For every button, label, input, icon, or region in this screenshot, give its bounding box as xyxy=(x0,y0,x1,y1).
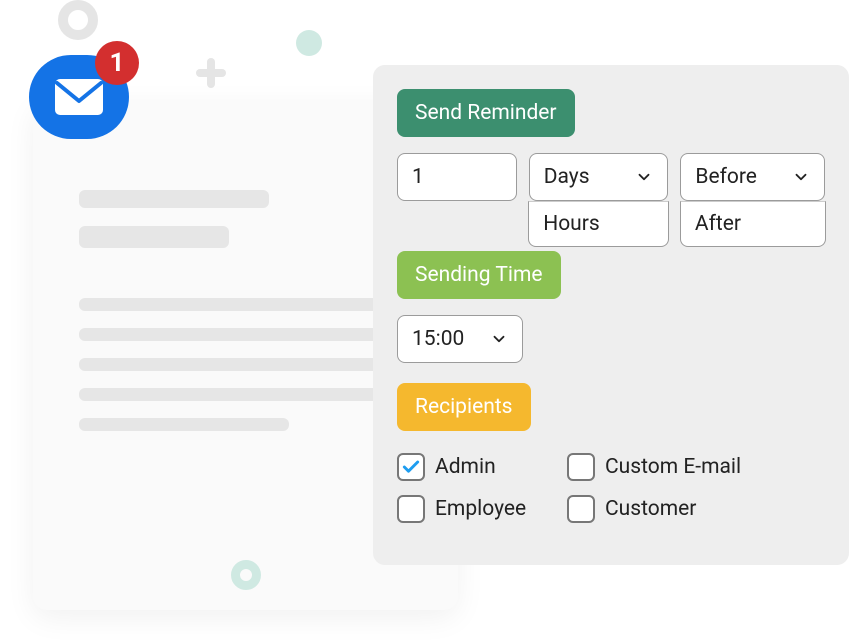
recipient-employee-label: Employee xyxy=(435,497,526,521)
quantity-value: 1 xyxy=(412,165,424,189)
doc-placeholder-line xyxy=(79,328,412,341)
deco-ring-teal-icon xyxy=(231,560,261,590)
time-value: 15:00 xyxy=(412,327,464,351)
doc-placeholder-line xyxy=(79,298,412,311)
recipient-custom-email-label: Custom E-mail xyxy=(605,455,741,479)
sending-time-heading: Sending Time xyxy=(397,251,561,299)
mail-notification-badge: 1 xyxy=(29,55,129,139)
send-reminder-heading: Send Reminder xyxy=(397,89,575,137)
checkbox-admin[interactable] xyxy=(397,453,425,481)
deco-circle-icon xyxy=(296,30,322,56)
relative-selected: Before xyxy=(695,165,757,189)
chevron-down-icon xyxy=(792,168,810,186)
doc-placeholder-line xyxy=(79,388,412,401)
reminder-config-panel: Send Reminder 1 Days Hours Before After … xyxy=(373,65,849,565)
chevron-down-icon xyxy=(490,330,508,348)
relative-option-after[interactable]: After xyxy=(680,201,826,247)
relative-select[interactable]: Before After xyxy=(680,153,825,201)
chevron-down-icon xyxy=(635,168,653,186)
quantity-input[interactable]: 1 xyxy=(397,153,517,201)
time-select[interactable]: 15:00 xyxy=(397,315,523,363)
doc-placeholder-line xyxy=(79,418,289,431)
doc-placeholder-line xyxy=(79,190,269,208)
recipient-admin-label: Admin xyxy=(435,455,496,479)
unit-option-hours[interactable]: Hours xyxy=(528,201,669,247)
checkbox-customer[interactable] xyxy=(567,495,595,523)
recipient-customer[interactable]: Customer xyxy=(567,495,825,523)
mail-icon xyxy=(53,77,105,117)
recipients-heading: Recipients xyxy=(397,383,531,431)
check-icon xyxy=(401,457,421,477)
doc-placeholder-line xyxy=(79,358,412,371)
unit-select[interactable]: Days Hours xyxy=(529,153,669,201)
unit-selected: Days xyxy=(544,165,590,189)
deco-plus-icon xyxy=(196,58,226,88)
recipient-employee[interactable]: Employee xyxy=(397,495,557,523)
notification-count-badge: 1 xyxy=(95,41,139,85)
checkbox-custom-email[interactable] xyxy=(567,453,595,481)
doc-placeholder-line xyxy=(79,226,229,248)
deco-ring-icon xyxy=(58,0,98,40)
recipient-admin[interactable]: Admin xyxy=(397,453,557,481)
checkbox-employee[interactable] xyxy=(397,495,425,523)
recipient-customer-label: Customer xyxy=(605,497,696,521)
recipient-custom-email[interactable]: Custom E-mail xyxy=(567,453,825,481)
